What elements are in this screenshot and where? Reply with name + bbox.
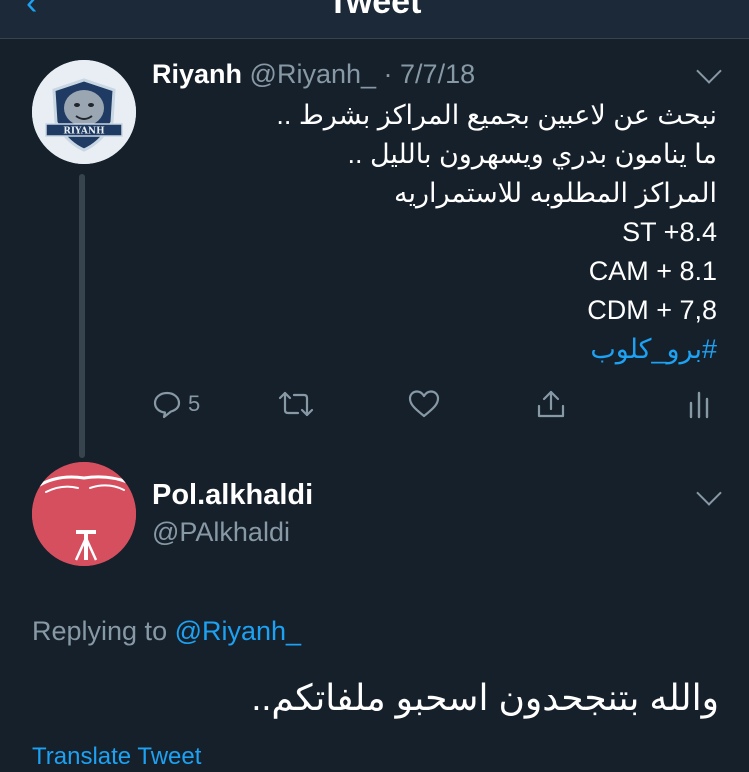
like-button[interactable]: [408, 382, 440, 426]
tweet-date[interactable]: 7/7/18: [400, 59, 475, 89]
reply-button[interactable]: 5: [152, 382, 200, 426]
share-icon: [537, 390, 565, 418]
separator: ·: [376, 59, 401, 89]
top-bar: ‹ Tweet: [0, 0, 749, 39]
tweet-line: نبحث عن لاعبين بجميع المراكز بشرط ..: [276, 100, 717, 130]
retweet-button[interactable]: [278, 382, 314, 426]
avatar[interactable]: [32, 462, 136, 566]
share-button[interactable]: [536, 382, 566, 426]
thread-connector: [79, 174, 85, 458]
tweet-header: Riyanh @Riyanh_ · 7/7/18: [152, 56, 475, 92]
tweet-text: نبحث عن لاعبين بجميع المراكز بشرط .. ما …: [157, 96, 717, 369]
avatar[interactable]: RIYANH: [32, 60, 136, 164]
analytics-icon: [689, 391, 709, 419]
riyanh-logo-icon: RIYANH: [32, 60, 136, 164]
reply-author-handle[interactable]: @PAlkhaldi: [152, 514, 290, 550]
author-name[interactable]: Riyanh: [152, 59, 242, 89]
stat-line: CDM + 7,8: [587, 295, 717, 325]
stat-line: CAM + 8.1: [588, 256, 717, 286]
stat-line: ST +8.4: [622, 217, 717, 247]
like-icon: [408, 390, 440, 418]
replying-to: Replying to @Riyanh_: [32, 612, 301, 650]
avatar-logo-text: RIYANH: [63, 127, 105, 137]
replying-prefix: Replying to: [32, 616, 175, 646]
reply-icon: [153, 391, 181, 419]
reply-author-name[interactable]: Pol.alkhaldi: [152, 476, 313, 514]
retweet-icon: [278, 391, 314, 417]
reply-count: 5: [188, 391, 201, 416]
flag-avatar-icon: [32, 462, 136, 566]
page-title: Tweet: [327, 0, 422, 21]
hashtag-link[interactable]: #برو_كلوب: [157, 330, 717, 369]
author-handle[interactable]: @Riyanh_: [250, 59, 376, 89]
tweet-actions: 5: [152, 382, 722, 426]
tweet-line: ما ينامون بدري ويسهرون بالليل ..: [347, 139, 717, 169]
chevron-down-icon[interactable]: [696, 480, 722, 506]
translate-tweet-link[interactable]: Translate Tweet: [32, 742, 201, 772]
analytics-button[interactable]: [688, 382, 710, 426]
chevron-down-icon[interactable]: [696, 58, 722, 84]
mention-link[interactable]: @Riyanh_: [175, 616, 301, 646]
reply-text: والله بتنجحدون اسحبو ملفاتكم..: [251, 677, 719, 718]
tweet-line: المراكز المطلوبه للاستمراريه: [394, 178, 717, 208]
